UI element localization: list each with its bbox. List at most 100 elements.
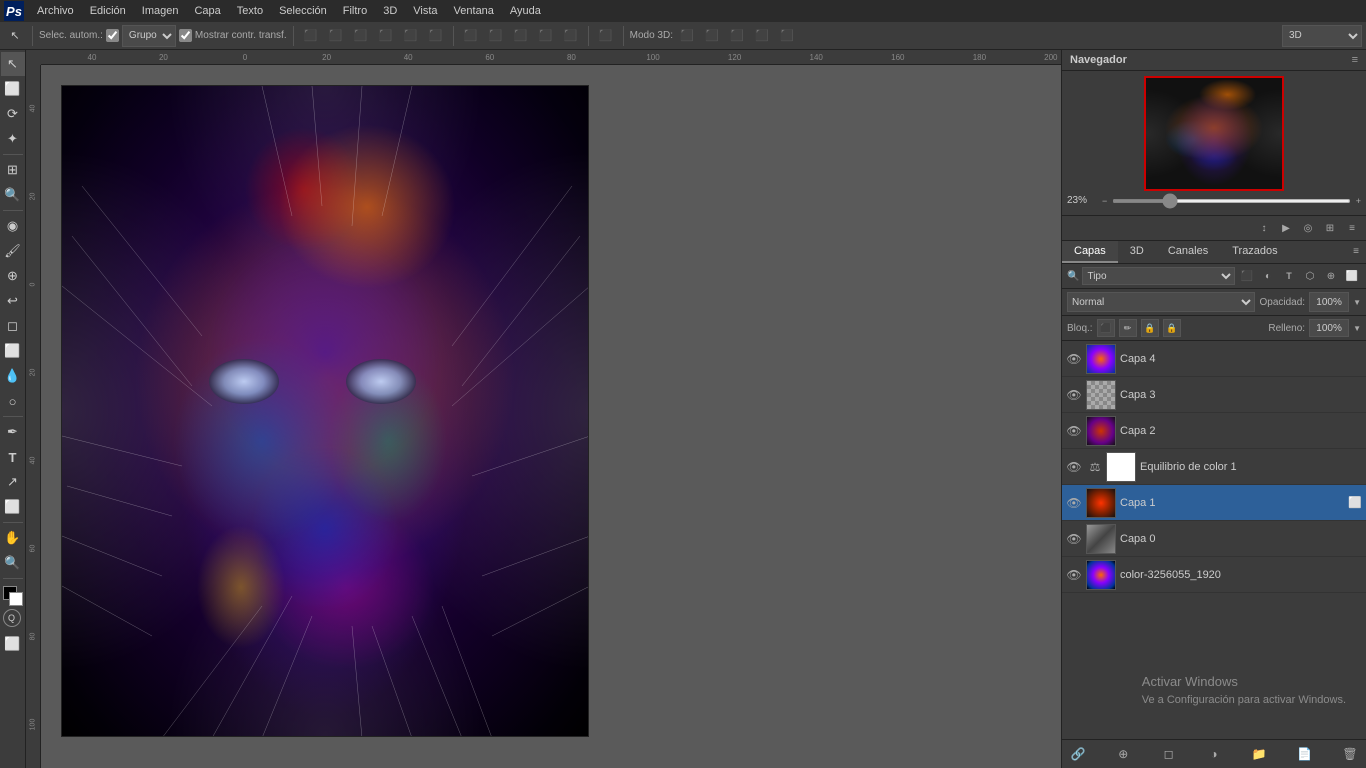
fill-arrow[interactable]: ▼ [1353,324,1361,333]
panel-btn1[interactable]: ↕ [1254,218,1274,238]
link-layers-icon[interactable]: 🔗 [1068,744,1088,764]
zoom-tool[interactable]: 🔍 [1,551,25,575]
menu-filtro[interactable]: Filtro [336,3,374,19]
filter-shape-btn[interactable]: ⬡ [1301,267,1319,285]
blur-tool[interactable]: 💧 [1,364,25,388]
menu-3d[interactable]: 3D [376,3,404,19]
fill-input[interactable] [1309,319,1349,337]
transform-icon[interactable]: ⬛ [595,25,617,47]
brush-tool[interactable]: 🖌 [1,239,25,263]
pen-tool[interactable]: ✒ [1,420,25,444]
path-select-tool[interactable]: ↗ [1,470,25,494]
panel-btn3[interactable]: ◎ [1298,218,1318,238]
align-right-btn[interactable]: ⬛ [350,25,372,47]
layer-item-capa3[interactable]: 👁 Capa 3 [1062,377,1366,413]
tab-capas[interactable]: Capas [1062,241,1118,263]
blend-mode-select[interactable]: Normal Disolver Oscurecer Multiplicar Ac… [1067,292,1255,312]
align-top-btn[interactable]: ⬛ [375,25,397,47]
move-tool-btn[interactable]: ↖ [4,25,26,47]
history-brush-tool[interactable]: ↩ [1,289,25,313]
filter-smartobj-btn[interactable]: ⊕ [1322,267,1340,285]
layer-item-capa1[interactable]: 👁 Capa 1 ⬜ [1062,485,1366,521]
color-swatches[interactable] [3,586,23,606]
quick-mask-btn[interactable]: Q [3,609,23,629]
lock-paint-btn[interactable]: ✏ [1119,319,1137,337]
text-tool[interactable]: T [1,445,25,469]
menu-ayuda[interactable]: Ayuda [503,3,548,19]
dist-v-btn[interactable]: ⬛ [510,25,532,47]
dodge-tool[interactable]: ○ [1,389,25,413]
menu-capa[interactable]: Capa [187,3,227,19]
dist-vc-btn[interactable]: ⬛ [535,25,557,47]
align-left-btn[interactable]: ⬛ [300,25,322,47]
background-color[interactable] [9,592,23,606]
modo3d-btn2[interactable]: ⬛ [701,25,723,47]
lock-all-btn[interactable]: 🔒 [1163,319,1181,337]
tab-3d[interactable]: 3D [1118,241,1156,263]
menu-seleccion[interactable]: Selección [272,3,334,19]
tab-trazados[interactable]: Trazados [1220,241,1289,263]
navigator-options[interactable]: ≡ [1352,54,1358,66]
spot-heal-tool[interactable]: ◉ [1,214,25,238]
clone-tool[interactable]: ⊕ [1,264,25,288]
magic-wand-tool[interactable]: ✦ [1,127,25,151]
add-layer-icon[interactable]: 📄 [1295,744,1315,764]
layer-eye-equilibrio[interactable]: 👁 [1066,460,1082,474]
modo3d-btn1[interactable]: ⬛ [676,25,698,47]
lock-position-btn[interactable]: 🔒 [1141,319,1159,337]
move-tool[interactable]: ↖ [1,52,25,76]
layer-item-color1920[interactable]: 👁 color-3256055_1920 [1062,557,1366,593]
zoom-in-icon[interactable]: + [1356,196,1361,206]
dist-hc-btn[interactable]: ⬛ [485,25,507,47]
layer-eye-capa3[interactable]: 👁 [1066,388,1082,402]
filter-pixel-btn[interactable]: ⬛ [1238,267,1256,285]
add-adjustment-icon[interactable]: ◑ [1204,744,1224,764]
lasso-tool[interactable]: ⟳ [1,102,25,126]
layer-item-equilibrio[interactable]: 👁 ⚖ Equilibrio de color 1 [1062,449,1366,485]
dist-vb-btn[interactable]: ⬛ [560,25,582,47]
add-mask-icon[interactable]: ◻ [1159,744,1179,764]
menu-texto[interactable]: Texto [230,3,270,19]
modo3d-btn3[interactable]: ⬛ [726,25,748,47]
layers-options-btn[interactable]: ≡ [1346,241,1366,261]
show-transform-checkbox[interactable] [179,29,192,42]
layer-eye-capa4[interactable]: 👁 [1066,352,1082,366]
menu-imagen[interactable]: Imagen [135,3,186,19]
lock-pixels-btn[interactable]: ⬛ [1097,319,1115,337]
zoom-out-icon[interactable]: − [1102,196,1107,206]
auto-select-checkbox[interactable] [106,29,119,42]
3d-mode-select[interactable]: 3D [1282,25,1362,47]
opacity-input[interactable] [1309,292,1349,312]
layer-eye-capa2[interactable]: 👁 [1066,424,1082,438]
layer-item-capa4[interactable]: 👁 Capa 4 [1062,341,1366,377]
modo3d-btn4[interactable]: ⬛ [751,25,773,47]
gradient-tool[interactable]: ⬜ [1,339,25,363]
eraser-tool[interactable]: ◻ [1,314,25,338]
filter-adjust-btn[interactable]: ◐ [1259,267,1277,285]
panel-btn4[interactable]: ⊞ [1320,218,1340,238]
delete-layer-icon[interactable]: 🗑 [1340,744,1360,764]
menu-edicion[interactable]: Edición [83,3,133,19]
hand-tool[interactable]: ✋ [1,526,25,550]
modo3d-btn5[interactable]: ⬛ [776,25,798,47]
layer-eye-capa1[interactable]: 👁 [1066,496,1082,510]
layer-item-capa2[interactable]: 👁 Capa 2 [1062,413,1366,449]
add-group-icon[interactable]: 📁 [1249,744,1269,764]
filter-toggle-btn[interactable]: ⬜ [1343,267,1361,285]
filter-type-select[interactable]: Tipo [1082,267,1235,285]
marquee-tool[interactable]: ⬜ [1,77,25,101]
screen-mode-btn[interactable]: ⬜ [1,632,25,656]
tab-canales[interactable]: Canales [1156,241,1220,263]
align-bottom-btn[interactable]: ⬛ [425,25,447,47]
eyedropper-tool[interactable]: 🔍 [1,183,25,207]
navigator-zoom-slider[interactable] [1112,199,1350,203]
menu-archivo[interactable]: Archivo [30,3,81,19]
layer-eye-color1920[interactable]: 👁 [1066,568,1082,582]
align-center-btn[interactable]: ⬛ [325,25,347,47]
add-style-icon[interactable]: ⊕ [1113,744,1133,764]
align-middle-btn[interactable]: ⬛ [400,25,422,47]
panel-btn5[interactable]: ≡ [1342,218,1362,238]
layer-eye-capa0[interactable]: 👁 [1066,532,1082,546]
group-select[interactable]: Grupo Capa [122,25,176,47]
dist-h-btn[interactable]: ⬛ [460,25,482,47]
